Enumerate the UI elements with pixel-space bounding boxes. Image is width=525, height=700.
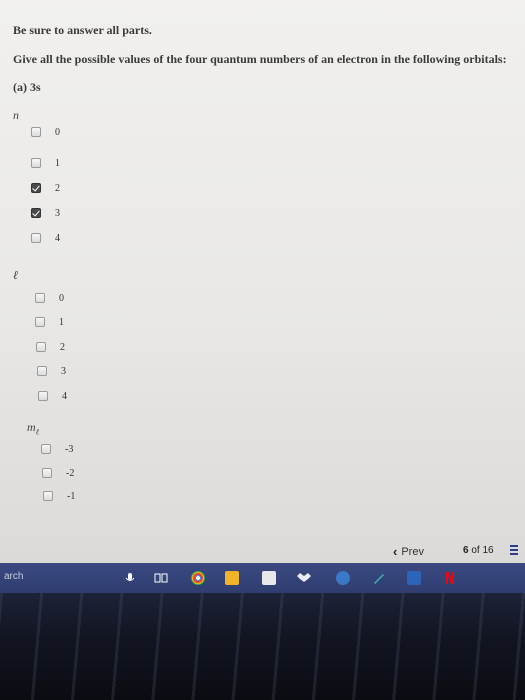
prev-label: Prev xyxy=(401,545,424,558)
edge-icon[interactable] xyxy=(336,571,350,585)
checkbox[interactable] xyxy=(36,342,46,352)
ml-option-neg1[interactable]: -1 xyxy=(43,488,75,504)
checkbox[interactable] xyxy=(35,317,45,327)
ml-option-neg3[interactable]: -3 xyxy=(41,441,73,457)
option-label: 4 xyxy=(62,390,67,402)
checkbox[interactable] xyxy=(31,183,41,193)
page-indicator: 6 of 16 xyxy=(463,545,494,556)
task-view-icon[interactable] xyxy=(154,571,168,585)
netflix-icon[interactable] xyxy=(443,571,457,585)
l-option-1[interactable]: 1 xyxy=(35,314,64,330)
option-label: 1 xyxy=(55,157,60,169)
question-text: Give all the possible values of the four… xyxy=(13,52,507,66)
checkbox[interactable] xyxy=(31,208,41,218)
checkbox[interactable] xyxy=(38,391,48,401)
checkbox[interactable] xyxy=(31,127,41,137)
question-navigation: ‹ Prev 6 of 16 xyxy=(0,540,525,562)
n-option-4[interactable]: 4 xyxy=(31,230,60,246)
chrome-icon[interactable] xyxy=(191,571,205,585)
l-option-2[interactable]: 2 xyxy=(36,339,65,355)
checkbox[interactable] xyxy=(35,293,45,303)
l-option-3[interactable]: 3 xyxy=(37,363,66,379)
file-explorer-icon[interactable] xyxy=(225,571,239,585)
checkbox[interactable] xyxy=(31,158,41,168)
l-option-0[interactable]: 0 xyxy=(35,290,64,306)
option-label: 0 xyxy=(55,126,60,138)
page-of: of xyxy=(471,545,480,556)
option-label: 3 xyxy=(55,207,60,219)
option-label: 4 xyxy=(55,232,60,244)
page-total: 16 xyxy=(482,545,494,556)
checkbox[interactable] xyxy=(43,491,53,501)
ml-option-neg2[interactable]: -2 xyxy=(42,465,74,481)
option-label: 1 xyxy=(59,316,64,328)
ml-subscript: ℓ xyxy=(35,427,40,437)
option-label: 0 xyxy=(59,292,64,304)
store-icon[interactable] xyxy=(262,571,276,585)
checkbox[interactable] xyxy=(42,468,52,478)
part-label: (a) 3s xyxy=(13,80,41,94)
taskbar-search-input[interactable]: arch xyxy=(4,571,23,582)
n-label: n xyxy=(13,108,19,122)
option-label: 3 xyxy=(61,365,66,377)
n-option-1[interactable]: 1 xyxy=(31,155,60,171)
ml-symbol: m xyxy=(27,420,36,434)
microphone-icon[interactable] xyxy=(123,571,137,585)
option-label: -1 xyxy=(67,490,76,502)
option-label: 2 xyxy=(55,182,60,194)
page-current: 6 xyxy=(463,545,469,556)
chevron-left-icon: ‹ xyxy=(393,544,398,559)
question-page: Be sure to answer all parts. Give all th… xyxy=(0,0,525,563)
ml-label: mℓ xyxy=(27,420,39,436)
dropbox-icon[interactable] xyxy=(297,571,311,585)
question-list-icon[interactable] xyxy=(510,545,518,557)
option-label: 2 xyxy=(60,341,65,353)
n-option-0[interactable]: 0 xyxy=(31,124,60,140)
n-option-3[interactable]: 3 xyxy=(31,205,60,221)
checkbox[interactable] xyxy=(31,233,41,243)
keyboard-bezel xyxy=(0,593,525,700)
checkbox[interactable] xyxy=(37,366,47,376)
mail-icon[interactable] xyxy=(407,571,421,585)
l-option-4[interactable]: 4 xyxy=(38,388,67,404)
taskbar: arch xyxy=(0,563,525,593)
prev-button[interactable]: ‹ Prev xyxy=(393,544,424,559)
option-label: -2 xyxy=(66,467,75,479)
instruction-text: Be sure to answer all parts. xyxy=(13,23,152,37)
checkbox[interactable] xyxy=(41,444,51,454)
l-label: ℓ xyxy=(13,268,18,282)
n-option-2[interactable]: 2 xyxy=(31,180,60,196)
option-label: -3 xyxy=(65,443,74,455)
pen-icon[interactable] xyxy=(372,571,386,585)
